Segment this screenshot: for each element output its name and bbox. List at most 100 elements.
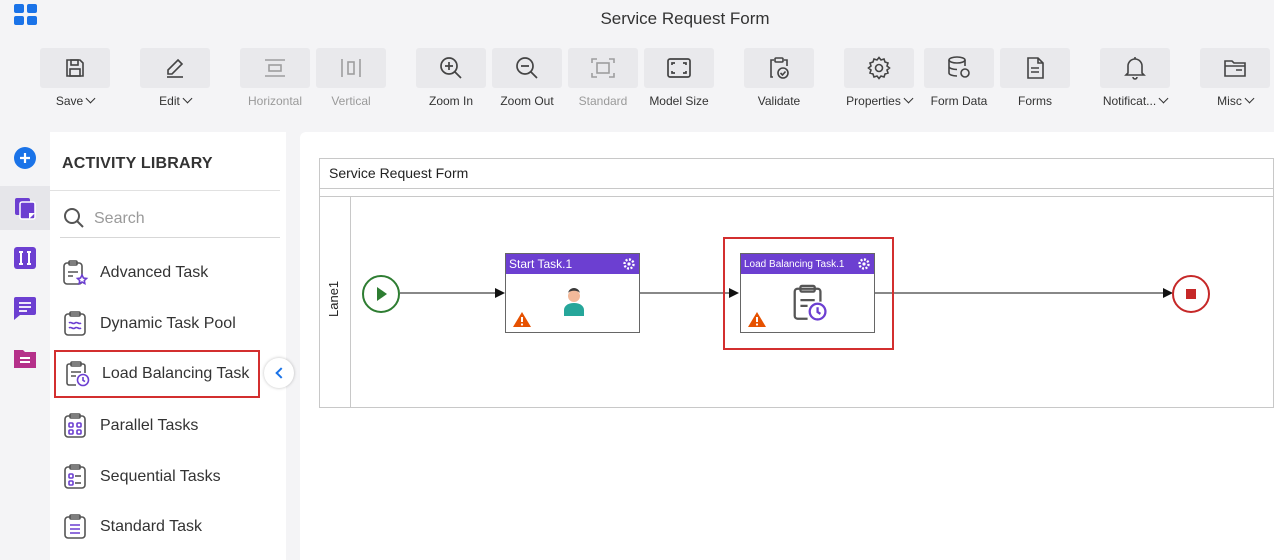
properties-button[interactable]: Properties: [844, 48, 914, 108]
library-item-dynamic-task-pool[interactable]: Dynamic Task Pool: [54, 300, 260, 348]
chevron-down-icon: [1158, 93, 1169, 104]
model-size-label: Model Size: [649, 94, 709, 108]
model-size-button[interactable]: Model Size: [644, 48, 714, 108]
end-event[interactable]: [1171, 274, 1211, 314]
library-item-label: Parallel Tasks: [100, 417, 199, 434]
properties-label: Properties: [846, 94, 901, 108]
vertical-layout-icon: [341, 59, 361, 77]
warning-icon: [748, 312, 766, 327]
chevron-down-icon: [903, 93, 914, 104]
task-title: Start Task.1: [509, 257, 573, 271]
library-item-parallel-tasks[interactable]: Parallel Tasks: [54, 402, 260, 450]
task-title: Load Balancing Task.1: [744, 259, 845, 270]
rail-activity-library-button[interactable]: [0, 186, 50, 230]
variables-icon: [14, 247, 36, 269]
comment-icon: [14, 297, 36, 320]
vertical-label: Vertical: [331, 94, 371, 108]
validate-button[interactable]: Validate: [744, 48, 814, 108]
forms-icon: [1027, 57, 1044, 79]
zoom-out-button[interactable]: Zoom Out: [492, 48, 562, 108]
task-settings-icon[interactable]: [857, 257, 871, 271]
folder-icon: [1224, 60, 1246, 77]
warning-icon: [513, 312, 531, 327]
rail-variables-button[interactable]: [0, 236, 50, 280]
chevron-down-icon: [182, 93, 193, 104]
library-item-label: Advanced Task: [100, 264, 209, 281]
user-icon: [564, 288, 584, 316]
standard-size-icon: [591, 58, 615, 78]
forms-label: Forms: [1018, 94, 1052, 108]
chevron-left-icon: [274, 367, 287, 379]
library-item-label: Load Balancing Task: [102, 365, 250, 382]
library-item-advanced-task[interactable]: Advanced Task: [54, 249, 260, 297]
load-balancing-task-icon: [62, 359, 92, 389]
search-icon: [62, 206, 86, 235]
library-item-sequential-tasks[interactable]: Sequential Tasks: [54, 453, 260, 501]
toolbar: Save Edit Horizontal Vertical Zoom In Zo…: [0, 38, 1274, 116]
divider: [50, 190, 280, 191]
activity-library-panel: ACTIVITY LIBRARY Advanced Task Dynamic T…: [50, 132, 286, 560]
misc-label: Misc: [1217, 94, 1242, 108]
database-icon: [948, 56, 970, 78]
model-size-icon: [667, 58, 691, 78]
standard-label: Standard: [578, 94, 628, 108]
chevron-down-icon: [85, 93, 96, 104]
horizontal-layout-icon: [265, 59, 285, 77]
save-button[interactable]: Save: [40, 48, 110, 108]
form-data-label: Form Data: [930, 94, 988, 108]
add-circle-icon: [14, 147, 36, 169]
notifications-button[interactable]: Notificat...: [1100, 48, 1170, 108]
standard-button[interactable]: Standard: [568, 48, 638, 108]
title-bar: Service Request Form: [0, 0, 1274, 38]
task-settings-icon[interactable]: [622, 257, 636, 271]
library-item-standard-task[interactable]: Standard Task: [54, 503, 260, 551]
library-item-label: Sequential Tasks: [100, 468, 221, 485]
edit-label: Edit: [159, 94, 180, 108]
task-header: Load Balancing Task.1: [741, 254, 874, 274]
start-task-node[interactable]: Start Task.1: [505, 253, 640, 333]
library-search: [60, 202, 280, 238]
task-header: Start Task.1: [506, 254, 639, 274]
horizontal-label: Horizontal: [247, 94, 303, 108]
load-balancing-task-node[interactable]: Load Balancing Task.1: [740, 253, 875, 333]
parallel-tasks-icon: [60, 411, 90, 441]
zoom-in-button[interactable]: Zoom In: [416, 48, 486, 108]
page-title: Service Request Form: [600, 9, 770, 28]
zoom-out-label: Zoom Out: [500, 94, 554, 108]
library-item-label: Standard Task: [100, 518, 202, 535]
vertical-button[interactable]: Vertical: [316, 48, 386, 108]
zoom-out-icon: [516, 57, 538, 79]
form-folder-icon: [14, 350, 36, 368]
misc-button[interactable]: Misc: [1200, 48, 1270, 108]
chevron-down-icon: [1244, 93, 1255, 104]
edit-icon: [167, 58, 184, 78]
forms-button[interactable]: Forms: [1000, 48, 1070, 108]
load-balancing-task-icon: [793, 284, 827, 321]
rail-add-button[interactable]: [0, 136, 50, 180]
bell-icon: [1124, 57, 1146, 80]
rail-forms-button[interactable]: [0, 336, 50, 380]
standard-task-icon: [60, 512, 90, 542]
save-label: Save: [55, 94, 84, 108]
left-rail: [0, 132, 50, 560]
save-icon: [66, 59, 84, 77]
horizontal-button[interactable]: Horizontal: [240, 48, 310, 108]
edit-button[interactable]: Edit: [140, 48, 210, 108]
zoom-in-label: Zoom In: [428, 94, 473, 108]
stop-icon: [1186, 289, 1196, 299]
gear-icon: [867, 56, 891, 80]
library-item-load-balancing-task[interactable]: Load Balancing Task: [54, 350, 260, 398]
rail-comments-button[interactable]: [0, 286, 50, 330]
sequential-tasks-icon: [60, 462, 90, 492]
advanced-task-icon: [60, 258, 90, 288]
search-input[interactable]: [94, 206, 274, 232]
start-event[interactable]: [361, 274, 401, 314]
process-canvas[interactable]: Service Request Form Lane1 Start Task.1: [300, 132, 1274, 560]
activity-library-icon: [15, 198, 36, 220]
notifications-label: Notificat...: [1102, 94, 1157, 108]
collapse-library-button[interactable]: [264, 358, 294, 388]
library-title: ACTIVITY LIBRARY: [62, 155, 213, 172]
dynamic-task-pool-icon: [60, 309, 90, 339]
form-data-button[interactable]: Form Data: [924, 48, 994, 108]
library-item-label: Dynamic Task Pool: [100, 315, 236, 332]
